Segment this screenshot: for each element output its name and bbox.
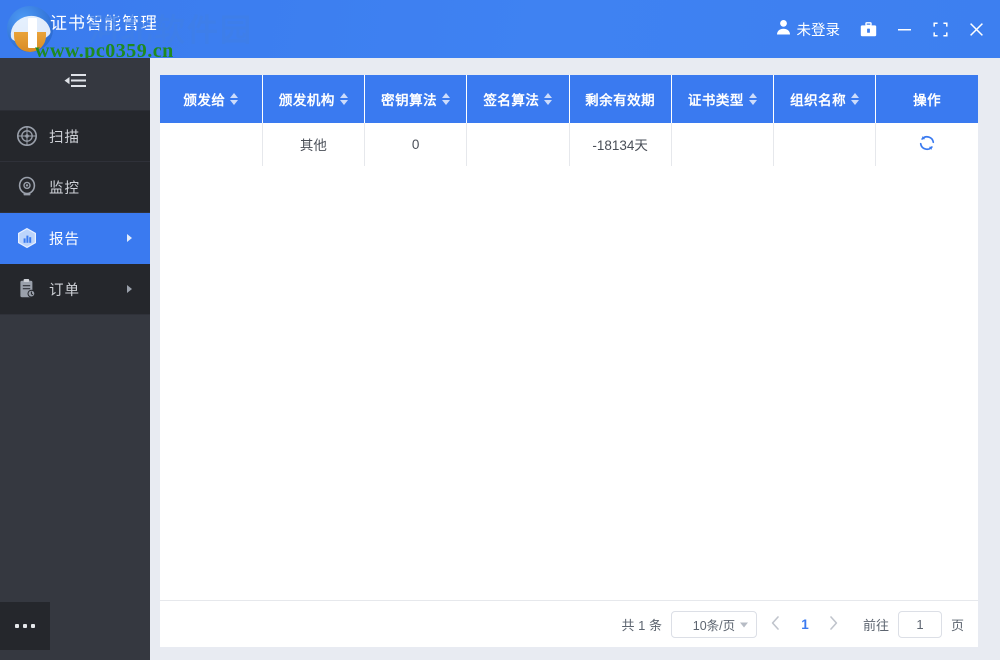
cell-signature-algorithm: [466, 123, 570, 167]
content-area: 颁发给 颁发机构 密钥算法 签名算法 剩余有效期 证书类型 组织名称 操作 其他…: [150, 58, 1000, 660]
sidebar-item-monitor[interactable]: 监控: [0, 162, 150, 213]
goto-page-input[interactable]: [897, 611, 942, 638]
watermark-url: www.pc0359.cn: [35, 40, 174, 58]
refresh-icon[interactable]: [917, 133, 937, 153]
column-label: 证书类型: [687, 93, 744, 108]
minimize-icon[interactable]: [886, 9, 922, 49]
chevron-left-icon: [771, 616, 780, 633]
radar-scan-icon: [12, 125, 42, 147]
goto-unit-label: 页: [950, 618, 964, 633]
cell-key-algorithm: 0: [364, 123, 468, 167]
certificate-table: 颁发给 颁发机构 密钥算法 签名算法 剩余有效期 证书类型 组织名称 操作 其他…: [160, 75, 978, 167]
chevron-right-icon: [829, 616, 838, 633]
cell-cert-type: [671, 123, 775, 167]
page-size-label: 10条/页: [692, 619, 736, 633]
sort-toggle-icon[interactable]: [544, 93, 553, 105]
window-controls: 未登录: [766, 0, 995, 58]
account-label: 未登录: [796, 22, 841, 39]
pagination: 共 1 条 10条/页 1 前往 1 页: [160, 602, 978, 647]
table-header-row: 颁发给 颁发机构 密钥算法 签名算法 剩余有效期 证书类型 组织名称 操作: [160, 75, 978, 123]
sidebar-collapse-button[interactable]: [0, 58, 150, 110]
column-header-key-algorithm[interactable]: 密钥算法: [364, 75, 468, 123]
page-number-1[interactable]: 1: [795, 617, 815, 632]
sidebar-menu: 扫描 监控 报告 订单: [0, 110, 150, 315]
cell-issuer: 其他: [262, 123, 366, 167]
column-header-remaining-validity[interactable]: 剩余有效期: [569, 75, 672, 123]
table-empty-area: [160, 166, 978, 601]
cell-action: [875, 123, 978, 167]
account-button[interactable]: 未登录: [766, 19, 851, 40]
column-header-signature-algorithm[interactable]: 签名算法: [466, 75, 570, 123]
title-bar: 证书智能管理 河北软件园 www.pc0359.cn 未登录: [0, 0, 1000, 58]
clipboard-order-icon: [12, 278, 42, 300]
prev-page-button[interactable]: [766, 613, 786, 637]
column-label: 剩余有效期: [585, 93, 656, 108]
chevron-right-icon: [127, 285, 132, 293]
sort-toggle-icon[interactable]: [748, 93, 757, 105]
sidebar-item-order[interactable]: 订单: [0, 264, 150, 315]
column-header-issuer[interactable]: 颁发机构: [262, 75, 366, 123]
cell-issued-to: [160, 123, 263, 167]
sidebar-item-scan[interactable]: 扫描: [0, 111, 150, 162]
column-label: 密钥算法: [381, 93, 438, 108]
chevron-right-icon: [127, 234, 132, 242]
cell-organization: [773, 123, 877, 167]
column-header-action: 操作: [875, 75, 978, 123]
page-size-select[interactable]: 10条/页: [670, 611, 757, 638]
user-icon: [776, 19, 791, 40]
table-header: 颁发给 颁发机构 密钥算法 签名算法 剩余有效期 证书类型 组织名称 操作: [160, 75, 978, 123]
sort-toggle-icon[interactable]: [851, 93, 860, 105]
goto-label: 前往: [862, 618, 889, 633]
sort-toggle-icon[interactable]: [230, 93, 239, 105]
table-row[interactable]: 其他 0 -18134天: [160, 123, 978, 167]
close-icon[interactable]: [958, 9, 994, 49]
next-page-button[interactable]: [824, 613, 844, 637]
pagination-total: 共 1 条: [621, 618, 662, 633]
column-label: 签名算法: [483, 93, 540, 108]
table-body: 其他 0 -18134天: [160, 123, 978, 167]
monitor-camera-icon: [12, 176, 42, 198]
sort-toggle-icon[interactable]: [339, 93, 348, 105]
cell-remaining-validity: -18134天: [569, 123, 672, 167]
column-label: 组织名称: [790, 93, 847, 108]
app-window: 证书智能管理 河北软件园 www.pc0359.cn 未登录 扫描 监控 报告 …: [0, 0, 1000, 660]
chevron-down-icon: [739, 622, 748, 627]
column-header-cert-type[interactable]: 证书类型: [671, 75, 775, 123]
sidebar-item-report[interactable]: 报告: [0, 213, 150, 264]
report-cube-icon: [12, 227, 42, 249]
sort-toggle-icon[interactable]: [442, 93, 451, 105]
sidebar: 扫描 监控 报告 订单: [0, 58, 150, 660]
sidebar-item-label: 订单: [49, 282, 80, 299]
more-dots-icon: [15, 624, 35, 628]
sidebar-item-label: 监控: [49, 180, 80, 197]
column-label: 颁发给: [183, 93, 226, 108]
briefcase-icon[interactable]: [850, 9, 886, 49]
sidebar-more-button[interactable]: [0, 602, 50, 650]
column-label: 颁发机构: [278, 93, 335, 108]
column-label: 操作: [913, 93, 942, 108]
column-header-issued-to[interactable]: 颁发给: [160, 75, 263, 123]
sidebar-item-label: 扫描: [49, 129, 80, 146]
collapse-menu-icon: [63, 73, 87, 96]
maximize-icon[interactable]: [922, 9, 958, 49]
certificate-table-card: 颁发给 颁发机构 密钥算法 签名算法 剩余有效期 证书类型 组织名称 操作 其他…: [160, 75, 978, 647]
sidebar-item-label: 报告: [49, 231, 80, 248]
column-header-organization[interactable]: 组织名称: [773, 75, 877, 123]
